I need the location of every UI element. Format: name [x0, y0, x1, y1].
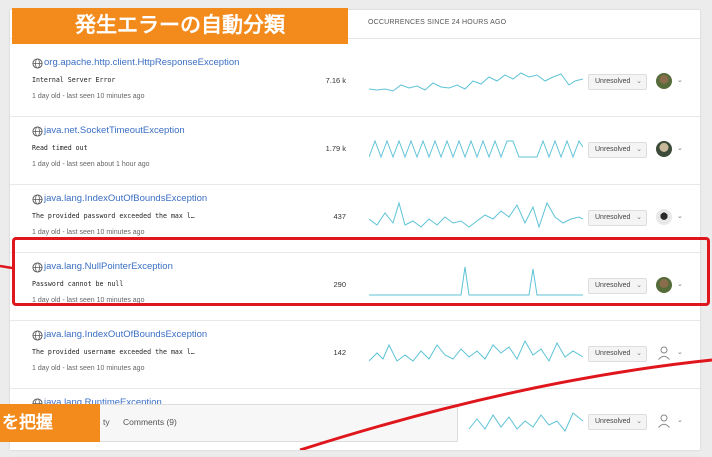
chevron-down-icon[interactable]: ⌄: [677, 212, 683, 220]
assignee-avatar[interactable]: [656, 73, 672, 89]
chevron-down-icon: ⌄: [636, 214, 642, 221]
issue-row[interactable]: java.lang.NullPointerException Password …: [10, 253, 700, 321]
issue-meta: 1 day old - last seen about 1 hour ago: [32, 161, 150, 168]
assignee-avatar[interactable]: [656, 277, 672, 293]
globe-icon: [32, 58, 43, 69]
issue-message: Password cannot be null: [32, 280, 124, 288]
unassigned-user-icon[interactable]: [656, 345, 672, 361]
detail-tabs: ty Comments (9): [98, 404, 458, 442]
issue-row[interactable]: java.lang.IndexOutOfBoundsException The …: [10, 185, 700, 253]
occurrence-sparkline: [369, 72, 583, 92]
occurrence-sparkline: [369, 339, 583, 363]
issue-row[interactable]: java.net.SocketTimeoutException Read tim…: [10, 117, 700, 185]
bottom-banner: を把握: [0, 404, 100, 442]
issue-count: 7.16 k: [325, 76, 346, 85]
assignee-avatar[interactable]: [656, 141, 672, 157]
issue-type-link[interactable]: java.lang.NullPointerException: [44, 261, 173, 272]
issue-type-link[interactable]: java.lang.IndexOutOfBoundsException: [44, 193, 207, 204]
chevron-down-icon[interactable]: ⌄: [677, 76, 683, 84]
chevron-down-icon[interactable]: ⌄: [677, 348, 683, 356]
chevron-down-icon: ⌄: [636, 282, 642, 289]
occurrences-column-header: OCCURRENCES SINCE 24 HOURS AGO: [368, 19, 507, 26]
globe-icon: [32, 194, 43, 205]
chevron-down-icon[interactable]: ⌄: [677, 144, 683, 152]
chevron-down-icon: ⌄: [636, 418, 642, 425]
chevron-down-icon: ⌄: [636, 146, 642, 153]
tab-activity[interactable]: ty: [103, 417, 110, 427]
chevron-down-icon[interactable]: ⌄: [677, 280, 683, 288]
issue-count: 437: [333, 212, 346, 221]
issue-message: The provided password exceeded the max l…: [32, 212, 195, 220]
issue-count: 290: [333, 280, 346, 289]
status-dropdown[interactable]: Unresolved ⌄: [588, 346, 647, 362]
issue-type-link[interactable]: org.apache.http.client.HttpResponseExcep…: [44, 57, 239, 68]
globe-icon: [32, 330, 43, 341]
issue-meta: 1 day old - last seen 10 minutes ago: [32, 297, 145, 304]
occurrence-sparkline: [369, 266, 583, 296]
issue-meta: 1 day old - last seen 10 minutes ago: [32, 365, 145, 372]
issue-type-link[interactable]: java.net.SocketTimeoutException: [44, 125, 185, 136]
status-dropdown[interactable]: Unresolved ⌄: [588, 142, 647, 158]
globe-icon: [32, 126, 43, 137]
status-dropdown[interactable]: Unresolved ⌄: [588, 210, 647, 226]
status-dropdown[interactable]: Unresolved ⌄: [588, 278, 647, 294]
issue-row[interactable]: java.lang.IndexOutOfBoundsException The …: [10, 321, 700, 389]
issue-meta: 1 day old - last seen 10 minutes ago: [32, 93, 145, 100]
globe-icon: [32, 262, 43, 273]
status-dropdown[interactable]: Unresolved ⌄: [588, 414, 647, 430]
issue-row[interactable]: org.apache.http.client.HttpResponseExcep…: [10, 49, 700, 117]
occurrence-sparkline: [369, 201, 583, 229]
issue-message: Internal Server Error: [32, 76, 116, 84]
occurrence-sparkline: [369, 139, 583, 159]
unassigned-user-icon[interactable]: [656, 413, 672, 429]
issue-message: The provided username exceeded the max l…: [32, 348, 195, 356]
assignee-avatar[interactable]: [656, 209, 672, 225]
issue-message: Read timed out: [32, 144, 88, 152]
tab-comments[interactable]: Comments (9): [123, 417, 177, 427]
title-banner: 発生エラーの自動分類: [12, 8, 348, 44]
issue-count: 1.79 k: [325, 144, 346, 153]
issue-type-link[interactable]: java.lang.IndexOutOfBoundsException: [44, 329, 207, 340]
chevron-down-icon[interactable]: ⌄: [677, 416, 683, 424]
status-dropdown[interactable]: Unresolved ⌄: [588, 74, 647, 90]
issue-list-panel: OCCURRENCES SINCE 24 HOURS AGO org.apach…: [10, 10, 700, 457]
chevron-down-icon: ⌄: [636, 78, 642, 85]
chevron-down-icon: ⌄: [636, 350, 642, 357]
issue-meta: 1 day old - last seen 10 minutes ago: [32, 229, 145, 236]
issue-count: 142: [333, 348, 346, 357]
